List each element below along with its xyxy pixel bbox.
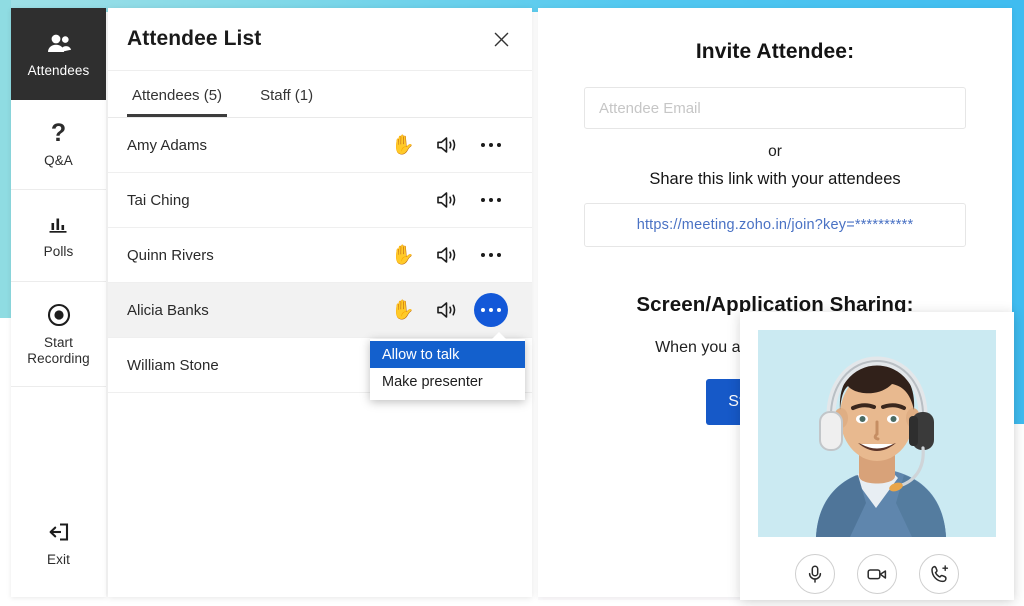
sidebar-item-label-line1: Start xyxy=(44,335,73,350)
attendee-name: Tai Ching xyxy=(127,192,381,209)
attendee-row-actions: ✋ xyxy=(381,293,513,327)
attendee-name: William Stone xyxy=(127,357,381,374)
record-circle-icon xyxy=(47,302,71,328)
row-more-options-button[interactable] xyxy=(474,183,508,217)
left-nav-rail: Attendees ? Q&A Polls xyxy=(11,8,106,597)
speaker-icon[interactable] xyxy=(436,190,458,210)
table-row[interactable]: Alicia Banks ✋ xyxy=(108,283,532,338)
sidebar-item-start-recording[interactable]: Start Recording xyxy=(11,282,106,387)
menu-item-make-presenter[interactable]: Make presenter xyxy=(370,368,525,395)
attendee-name: Quinn Rivers xyxy=(127,247,381,264)
meeting-link[interactable]: https://meeting.zoho.in/join?key=*******… xyxy=(637,217,914,233)
attendee-name: Amy Adams xyxy=(127,137,381,154)
attendees-icon xyxy=(46,30,72,56)
speaker-icon[interactable] xyxy=(436,135,458,155)
sidebar-item-qa[interactable]: ? Q&A xyxy=(11,100,106,190)
sidebar-item-label: Q&A xyxy=(44,153,73,169)
attendee-list-panel: Attendee List Attendees (5) Staff (1) Am… xyxy=(108,8,532,597)
sidebar-item-label: Attendees xyxy=(28,63,90,79)
speaker-icon[interactable] xyxy=(436,300,458,320)
table-row[interactable]: Quinn Rivers ✋ xyxy=(108,228,532,283)
rail-spacer xyxy=(11,387,106,489)
attendee-email-input[interactable] xyxy=(584,87,966,129)
self-video-card xyxy=(740,312,1014,600)
raised-hand-icon[interactable]: ✋ xyxy=(391,301,415,320)
meeting-link-box[interactable]: https://meeting.zoho.in/join?key=*******… xyxy=(584,203,966,247)
share-link-label: Share this link with your attendees xyxy=(584,170,966,189)
row-more-options-button-active[interactable] xyxy=(474,293,508,327)
sidebar-item-exit[interactable]: Exit xyxy=(11,489,106,597)
row-more-options-button[interactable] xyxy=(474,238,508,272)
menu-item-allow-to-talk[interactable]: Allow to talk xyxy=(370,341,525,368)
sidebar-item-label: Polls xyxy=(44,244,74,260)
poll-bars-icon xyxy=(47,211,71,237)
sidebar-item-polls[interactable]: Polls xyxy=(11,190,106,282)
attendee-name: Alicia Banks xyxy=(127,302,381,319)
video-controls xyxy=(758,554,996,594)
context-menu-caret xyxy=(491,332,507,340)
exit-arrow-icon xyxy=(47,519,71,545)
phone-add-icon[interactable] xyxy=(919,554,959,594)
or-separator-label: or xyxy=(584,143,966,161)
invite-title: Invite Attendee: xyxy=(584,40,966,64)
sidebar-item-label-line2: Recording xyxy=(27,351,89,366)
attendee-list-header: Attendee List xyxy=(108,8,532,71)
video-camera-icon[interactable] xyxy=(857,554,897,594)
page-title: Attendee List xyxy=(127,27,488,51)
attendee-row-actions xyxy=(381,183,513,217)
attendee-list-tabs: Attendees (5) Staff (1) xyxy=(108,71,532,118)
close-icon[interactable] xyxy=(488,26,514,52)
attendee-row-actions: ✋ xyxy=(381,238,513,272)
speaker-icon[interactable] xyxy=(436,245,458,265)
attendee-context-menu: Allow to talk Make presenter xyxy=(370,339,525,400)
attendee-row-actions: ✋ xyxy=(381,128,513,162)
row-more-options-button[interactable] xyxy=(474,128,508,162)
question-mark-icon: ? xyxy=(51,120,66,146)
app-window: Attendees ? Q&A Polls xyxy=(0,0,1024,606)
table-row[interactable]: Tai Ching xyxy=(108,173,532,228)
table-row[interactable]: Amy Adams ✋ xyxy=(108,118,532,173)
raised-hand-icon[interactable]: ✋ xyxy=(391,246,415,265)
sidebar-item-label: Exit xyxy=(47,552,70,568)
tab-staff[interactable]: Staff (1) xyxy=(255,87,318,117)
left-accent-strip xyxy=(0,0,11,318)
microphone-icon[interactable] xyxy=(795,554,835,594)
video-feed xyxy=(758,330,996,537)
raised-hand-icon[interactable]: ✋ xyxy=(391,136,415,155)
tab-attendees[interactable]: Attendees (5) xyxy=(127,87,227,117)
sidebar-item-attendees[interactable]: Attendees xyxy=(11,8,106,100)
